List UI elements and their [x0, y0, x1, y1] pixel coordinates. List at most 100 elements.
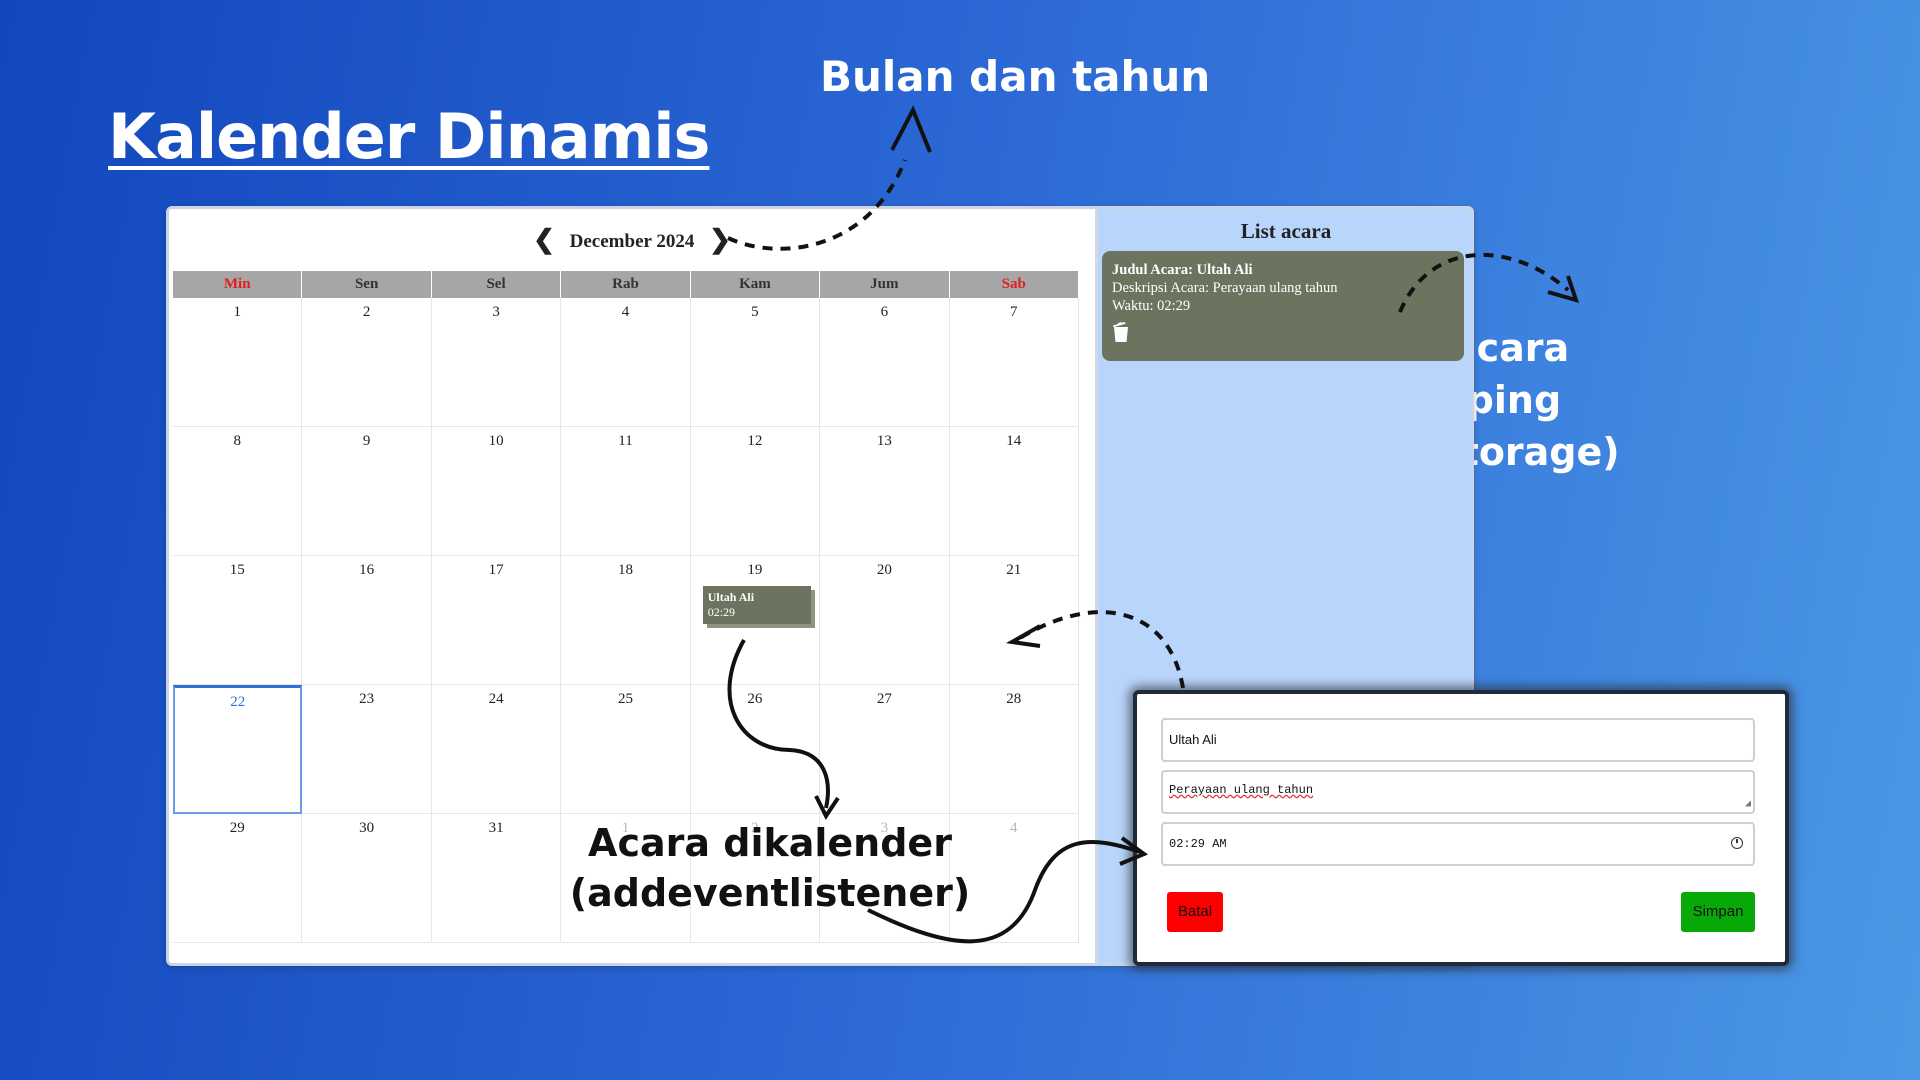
day-number: 4	[621, 304, 630, 320]
annotation-calendar-event-line2: (addeventlistener)	[569, 871, 971, 915]
day-number: 11	[618, 433, 633, 449]
trash-icon[interactable]	[1112, 321, 1130, 348]
weekday-header: Min	[173, 271, 303, 298]
day-number: 26	[747, 691, 763, 707]
resize-handle-icon[interactable]: ◢	[1745, 800, 1751, 810]
day-number: 1	[233, 304, 241, 320]
day-number: 20	[876, 562, 892, 578]
calendar-day[interactable]: 20	[820, 556, 950, 685]
chevron-right-icon[interactable]: ❯	[699, 225, 741, 255]
day-number: 5	[751, 304, 759, 320]
calendar-day[interactable]: 25	[561, 685, 691, 814]
calendar-day[interactable]: 31	[431, 814, 562, 943]
calendar-day[interactable]: 4	[561, 298, 691, 427]
day-number: 21	[1006, 562, 1022, 578]
day-number: 4	[1010, 820, 1018, 836]
calendar-day[interactable]: 26	[690, 685, 821, 814]
day-number: 2	[362, 304, 371, 320]
weekday-header: Sel	[431, 271, 562, 298]
calendar-day[interactable]: 12	[690, 427, 821, 556]
calendar-day[interactable]: 16	[302, 556, 432, 685]
calendar-day[interactable]: 17	[431, 556, 562, 685]
event-description-textarea[interactable]: Perayaan ulang tahun ◢	[1161, 770, 1755, 814]
day-number: 6	[880, 304, 889, 320]
day-number: 12	[747, 433, 763, 449]
weekday-header: Rab	[561, 271, 691, 298]
arrowhead-month	[890, 105, 932, 153]
day-number: 14	[1006, 433, 1022, 449]
day-number: 28	[1006, 691, 1022, 707]
arrowhead-side-list	[1547, 275, 1580, 303]
calendar-day[interactable]: 8	[173, 427, 303, 556]
day-number: 9	[362, 433, 371, 449]
day-number: 19	[747, 562, 763, 578]
calendar-header: ❮ December 2024 ❯	[169, 225, 1095, 257]
day-number: 24	[488, 691, 504, 707]
calendar-day[interactable]: 22	[173, 685, 303, 814]
event-list-item: Judul Acara: Ultah Ali Deskripsi Acara: …	[1102, 251, 1464, 361]
day-number: 8	[233, 433, 241, 449]
calendar-day[interactable]: 19 Ultah Ali 02:29	[690, 556, 821, 685]
calendar-day[interactable]: 18	[561, 556, 691, 685]
day-number: 13	[876, 433, 892, 449]
event-time-input[interactable]: 02:29 AM	[1161, 822, 1755, 866]
day-number: 31	[488, 820, 504, 836]
calendar-day[interactable]: 27	[820, 685, 950, 814]
day-number: 16	[359, 562, 375, 578]
month-year-label: December 2024	[569, 231, 695, 252]
annotation-calendar-event-line1: Acara dikalender	[588, 821, 952, 865]
calendar-day[interactable]: 15	[173, 556, 303, 685]
calendar-day[interactable]: 24	[431, 685, 562, 814]
event-form-modal: Ultah Ali Perayaan ulang tahun ◢ 02:29 A…	[1133, 690, 1789, 966]
calendar-day[interactable]: 29	[173, 814, 303, 943]
day-number: 18	[617, 562, 633, 578]
calendar-day[interactable]: 5	[690, 298, 821, 427]
day-number: 22	[230, 694, 246, 710]
calendar-day[interactable]: 7	[949, 298, 1079, 427]
weekday-header: Sab	[949, 271, 1079, 298]
description-text: Perayaan ulang tahun	[1169, 783, 1314, 797]
day-number: 27	[876, 691, 892, 707]
day-number: 15	[229, 562, 245, 578]
calendar-day[interactable]: 21	[949, 556, 1079, 685]
calendar-day[interactable]: 23	[302, 685, 432, 814]
day-number: 23	[359, 691, 375, 707]
chevron-left-icon[interactable]: ❮	[523, 225, 565, 255]
weekday-header-row: Min Sen Sel Rab Kam Jum Sab	[173, 271, 1079, 298]
annotation-calendar-event: Acara dikalender (addeventlistener)	[560, 818, 980, 918]
calendar-day[interactable]: 14	[949, 427, 1079, 556]
time-value: 02:29 AM	[1169, 837, 1227, 851]
calendar-day[interactable]: 9	[302, 427, 432, 556]
page-title: Kalender Dinamis	[108, 100, 710, 173]
weekday-header: Jum	[820, 271, 950, 298]
annotation-month-year: Bulan dan tahun	[820, 52, 1211, 101]
calendar-day[interactable]: 2	[302, 298, 432, 427]
day-number: 30	[359, 820, 375, 836]
calendar-day[interactable]: 1	[173, 298, 303, 427]
event-list-time: Waktu: 02:29	[1112, 298, 1191, 314]
weekday-header: Kam	[690, 271, 821, 298]
day-number: 17	[488, 562, 504, 578]
calendar-day[interactable]: 11	[561, 427, 691, 556]
calendar-day[interactable]: 6	[820, 298, 950, 427]
weekday-header: Sen	[302, 271, 432, 298]
calendar-day[interactable]: 13	[820, 427, 950, 556]
cancel-button[interactable]: Batal	[1167, 892, 1223, 932]
calendar-day[interactable]: 3	[431, 298, 562, 427]
day-number: 10	[488, 433, 504, 449]
event-title-input[interactable]: Ultah Ali	[1161, 718, 1755, 762]
calendar-day[interactable]: 30	[302, 814, 432, 943]
event-list-title: Judul Acara: Ultah Ali	[1112, 262, 1253, 278]
calendar-day[interactable]: 10	[431, 427, 562, 556]
day-number: 3	[492, 304, 500, 320]
day-number: 7	[1010, 304, 1018, 320]
day-number: 25	[617, 691, 633, 707]
calendar-event-time: 02:29	[707, 605, 736, 619]
calendar-day[interactable]: 28	[949, 685, 1079, 814]
calendar-event-chip[interactable]: Ultah Ali 02:29	[702, 586, 811, 624]
save-button[interactable]: Simpan	[1681, 892, 1755, 932]
day-number: 29	[229, 820, 245, 836]
calendar-event-title: Ultah Ali	[707, 590, 755, 604]
clock-icon[interactable]	[1731, 837, 1743, 849]
event-list-description: Deskripsi Acara: Perayaan ulang tahun	[1112, 280, 1338, 296]
